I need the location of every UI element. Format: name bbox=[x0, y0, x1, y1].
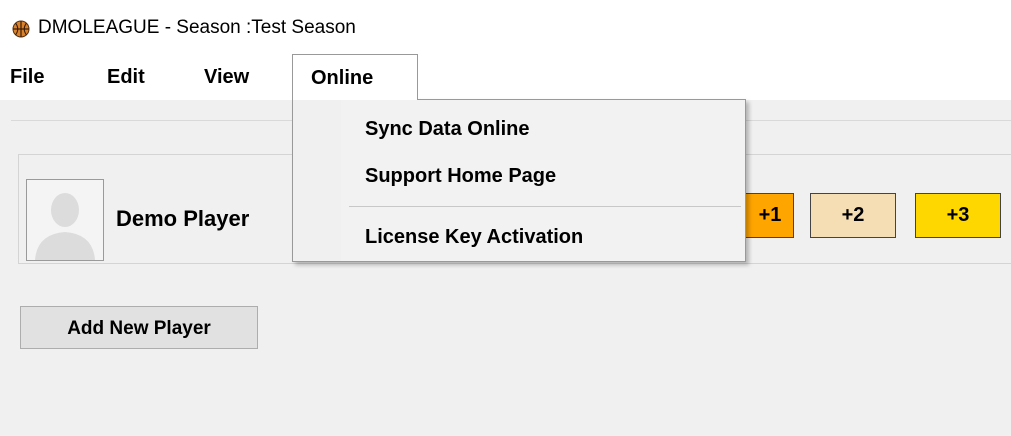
menu-item-license-key-activation[interactable]: License Key Activation bbox=[365, 224, 583, 250]
player-name: Demo Player bbox=[116, 206, 250, 231]
menu-edit[interactable]: Edit bbox=[107, 54, 167, 100]
menu-online[interactable]: Online bbox=[292, 54, 418, 100]
add-three-points-button[interactable]: +3 bbox=[915, 193, 1001, 238]
person-silhouette-icon bbox=[27, 180, 103, 260]
add-two-points-button[interactable]: +2 bbox=[810, 193, 896, 238]
menu-item-support-home-page[interactable]: Support Home Page bbox=[365, 163, 556, 189]
add-one-point-button[interactable]: +1 bbox=[738, 193, 794, 238]
basketball-icon bbox=[12, 20, 30, 38]
menu-item-sync-data-online[interactable]: Sync Data Online bbox=[365, 116, 530, 142]
window-title: DMOLEAGUE - Season :Test Season bbox=[38, 17, 356, 38]
menu-bar: File Edit View Online bbox=[0, 54, 1011, 100]
title-bar: DMOLEAGUE - Season :Test Season bbox=[0, 0, 1011, 54]
menu-file[interactable]: File bbox=[10, 54, 60, 100]
menu-separator bbox=[349, 206, 741, 207]
app-window: DMOLEAGUE - Season :Test Season File Edi… bbox=[0, 0, 1011, 436]
online-dropdown-menu: Sync Data Online Support Home Page Licen… bbox=[292, 99, 746, 262]
menu-view[interactable]: View bbox=[204, 54, 274, 100]
player-avatar bbox=[26, 179, 104, 261]
add-new-player-button[interactable]: Add New Player bbox=[20, 306, 258, 349]
menu-gutter bbox=[293, 100, 341, 261]
